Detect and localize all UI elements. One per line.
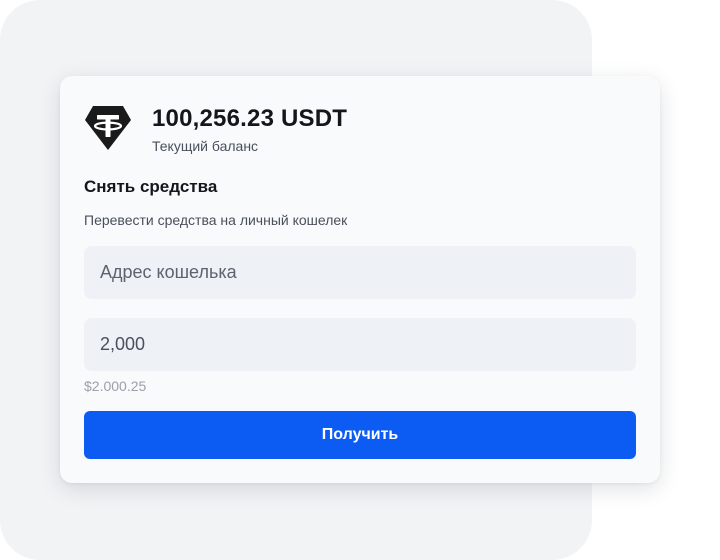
balance-amount: 100,256.23 USDT [152, 105, 348, 132]
tether-logo-icon [85, 106, 131, 150]
withdraw-card: 100,256.23 USDT Текущий баланс Снять сре… [60, 76, 660, 483]
withdraw-title: Снять средства [84, 177, 218, 196]
wallet-address-input[interactable] [84, 246, 636, 299]
withdraw-submit-button[interactable]: Получить [84, 411, 636, 459]
balance-header: 100,256.23 USDT Текущий баланс [84, 104, 347, 155]
balance-caption: Текущий баланс [152, 138, 259, 154]
balance-info: 100,256.23 USDT Текущий баланс [152, 104, 347, 155]
fiat-equivalent: $2.000.25 [84, 378, 147, 394]
withdraw-subtitle: Перевести средства на личный кошелек [84, 212, 348, 228]
amount-input[interactable] [84, 318, 636, 371]
